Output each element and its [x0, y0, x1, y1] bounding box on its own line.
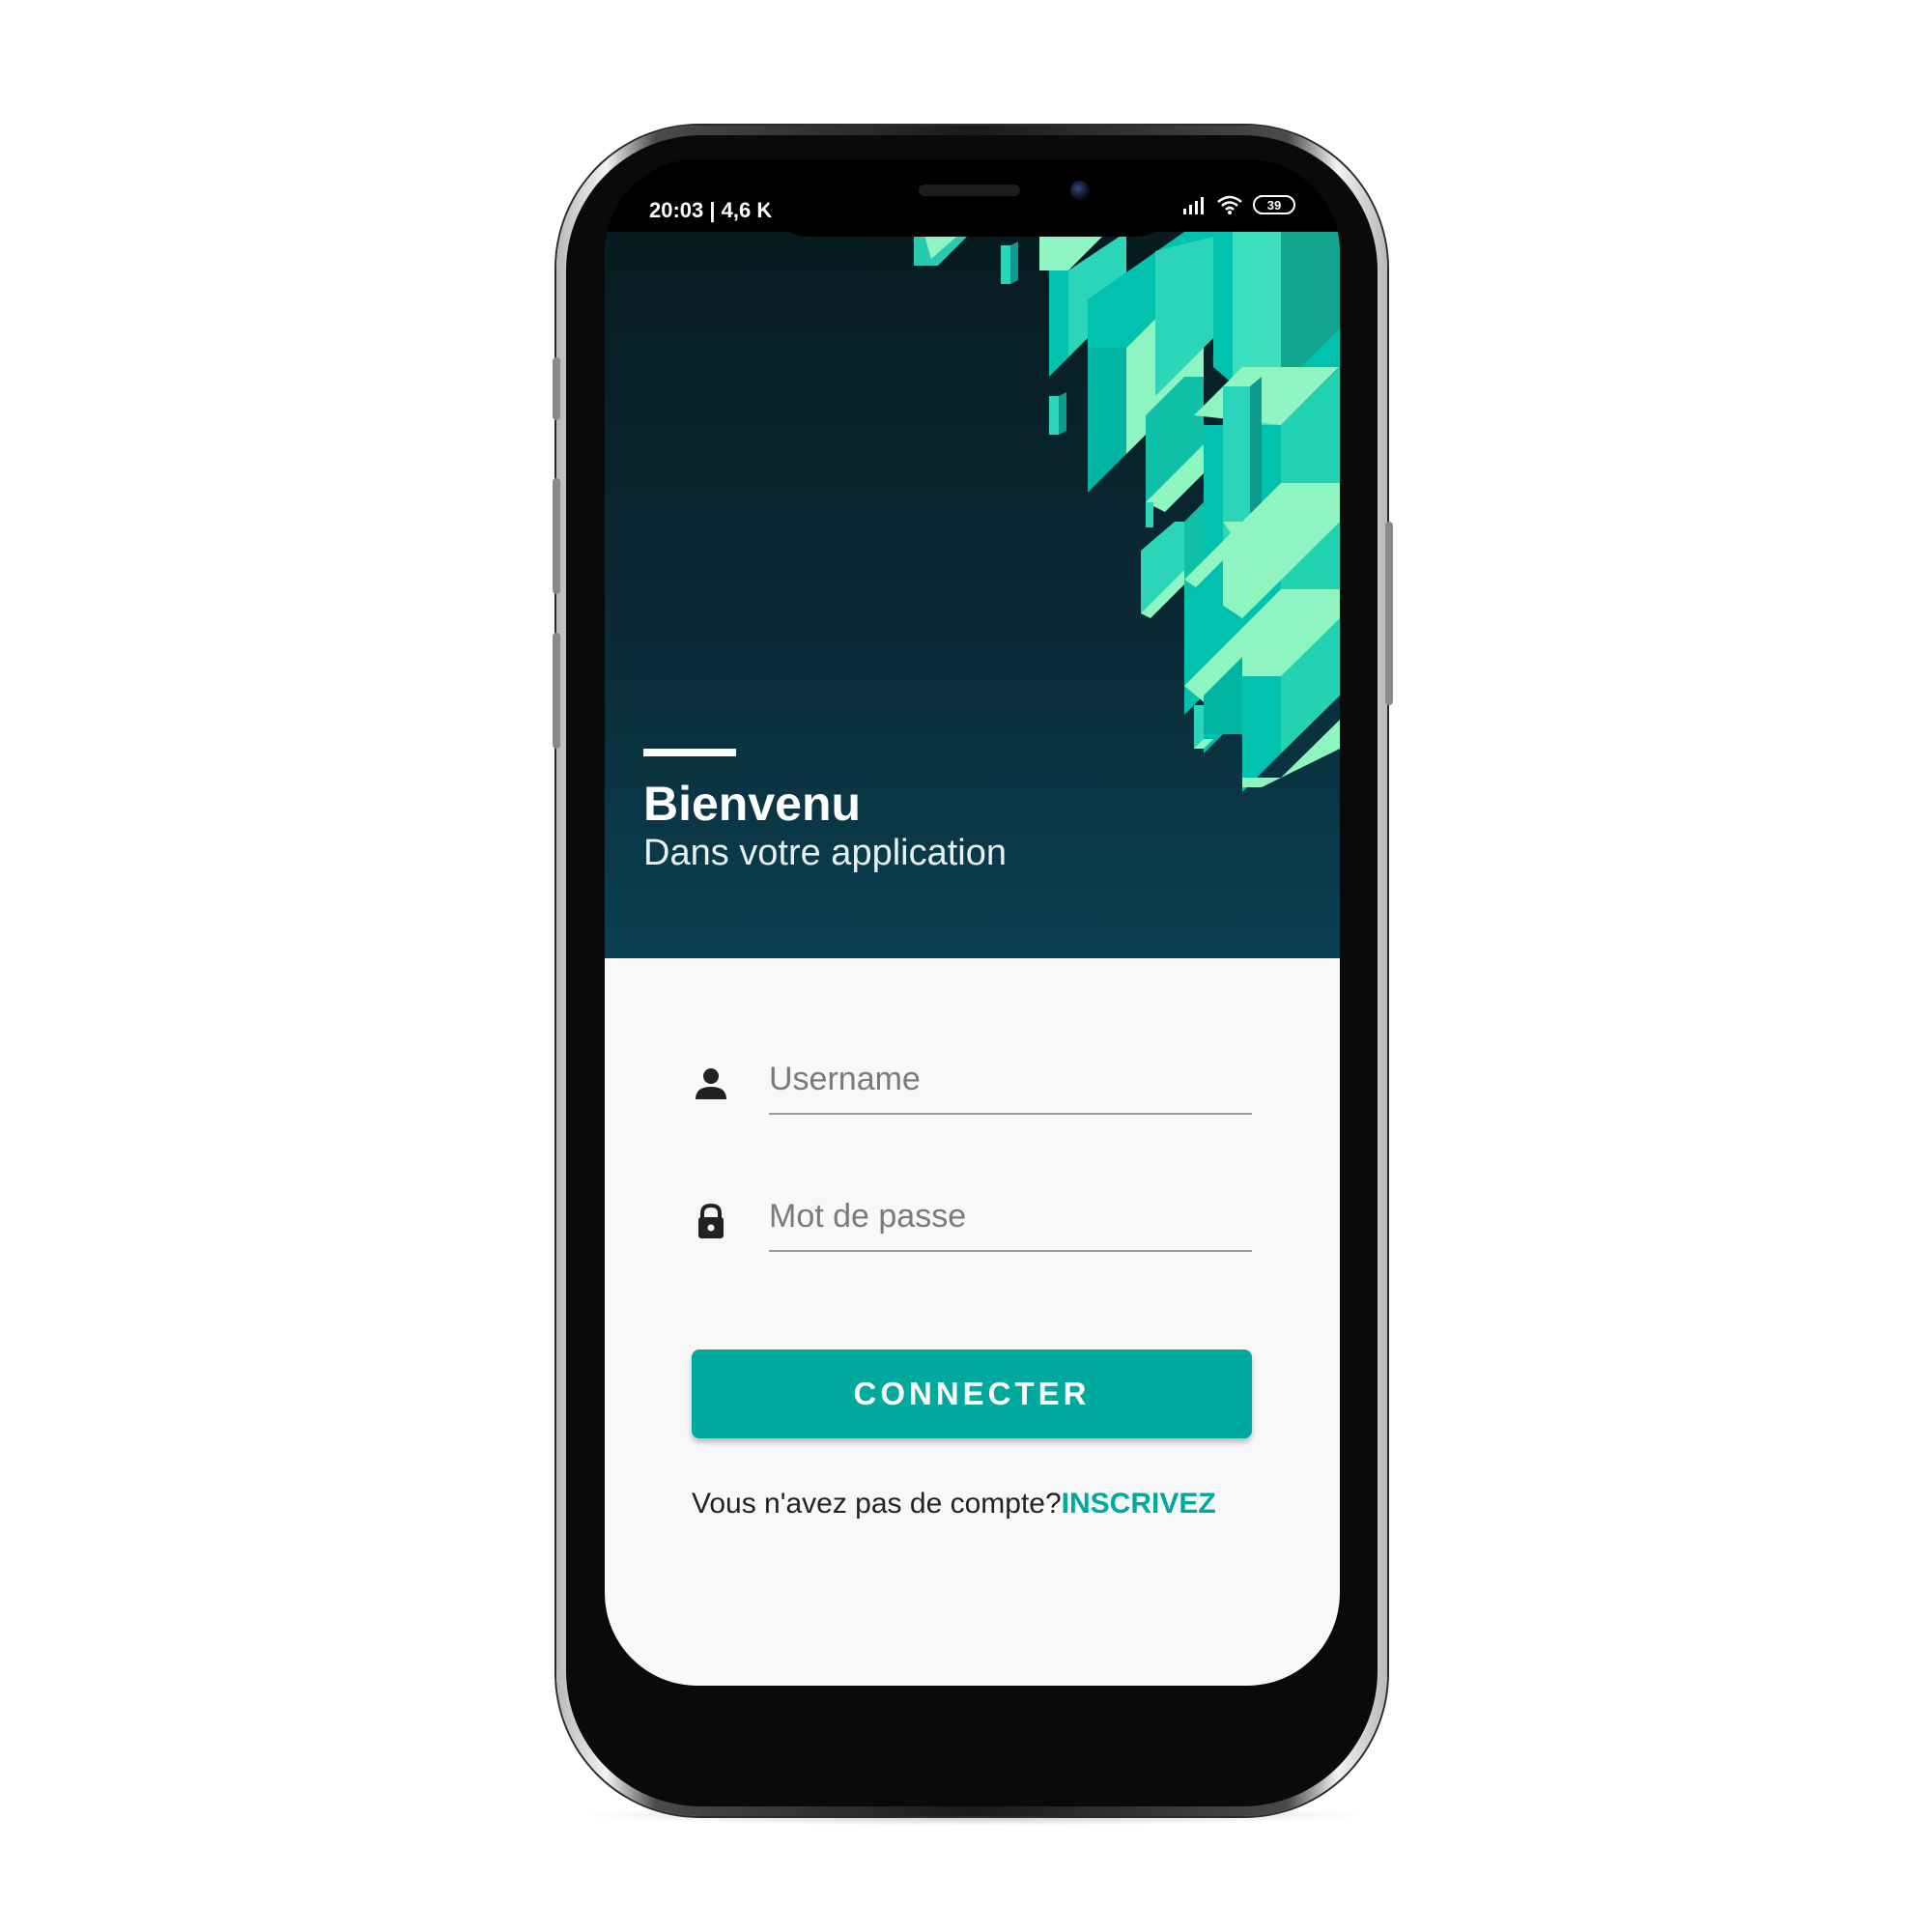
- signup-link[interactable]: INSCRIVEZ: [1062, 1488, 1216, 1520]
- username-input[interactable]: [769, 1045, 1252, 1115]
- signup-row: Vous n'avez pas de compte?INSCRIVEZ: [692, 1488, 1216, 1520]
- welcome-subtitle: Dans votre application: [643, 833, 1007, 873]
- person-icon: [696, 1068, 726, 1099]
- volume-up-button: [553, 478, 560, 594]
- volume-down-button: [553, 633, 560, 749]
- username-field: [692, 1045, 1252, 1122]
- battery-level: 39: [1266, 197, 1282, 213]
- password-field: [692, 1182, 1252, 1260]
- welcome-header: Bienvenu Dans votre application: [605, 232, 1340, 958]
- connect-button[interactable]: CONNECTER: [692, 1350, 1252, 1438]
- password-input[interactable]: [769, 1182, 1252, 1252]
- wifi-icon: [1217, 195, 1242, 214]
- status-time: 20:03 | 4,6 K: [649, 198, 773, 222]
- welcome-title: Bienvenu: [643, 777, 862, 831]
- login-form: CONNECTER Vous n'avez pas de compte?INSC…: [605, 958, 1340, 1686]
- phone-screen: 20:03 | 4,6 K 39 Bienvenu Dans votre app…: [605, 159, 1340, 1686]
- speaker-grille: [919, 185, 1020, 196]
- battery-indicator: 39: [1253, 195, 1295, 214]
- signup-prompt: Vous n'avez pas de compte?: [692, 1488, 1062, 1520]
- accent-underline: [643, 749, 736, 756]
- side-button: [553, 357, 560, 420]
- notch: [769, 159, 1175, 237]
- lock-icon: [698, 1203, 724, 1238]
- signal-icon: [1183, 197, 1204, 214]
- front-camera: [1070, 181, 1090, 200]
- power-button: [1385, 522, 1393, 705]
- status-icons: 39: [1181, 194, 1295, 215]
